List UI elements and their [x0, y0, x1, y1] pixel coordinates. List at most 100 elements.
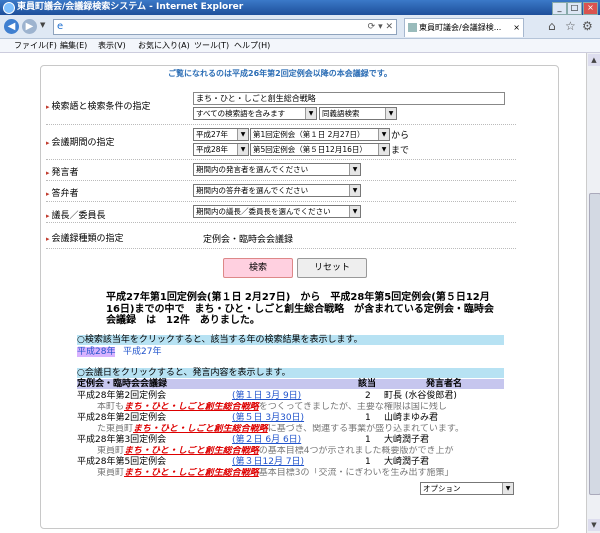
address-bar[interactable]: e ⟳ ▾ ✕ [53, 19, 397, 35]
label-answerer: ▸ 答弁者 [46, 189, 79, 199]
scroll-down-icon[interactable]: ▼ [588, 519, 600, 531]
home-icon[interactable]: ⌂ [548, 19, 556, 33]
scroll-thumb[interactable] [589, 193, 600, 495]
tools-gear-icon[interactable]: ⚙ [582, 19, 593, 33]
row-speaker: 山崎まゆみ君 [384, 413, 439, 423]
bullet-icon: ▸ [46, 139, 50, 147]
col-speaker: 発言者名 [426, 379, 463, 389]
bullet-icon: ▸ [46, 103, 50, 111]
speaker-select[interactable]: 期間内の発言者を選んでください ▼ [193, 163, 361, 176]
row-date-link[interactable]: (第２日 6月 6日) [232, 435, 301, 445]
row-snippet: 本町もまち・ひと・しごと創生総合戦略をつくってきましたが、主要な権限は国に残し [88, 402, 447, 412]
result-summary: 平成27年第1回定例会(第１日 2月27日) から 平成28年第5回定例会(第５… [106, 292, 494, 326]
row-date-link[interactable]: (第１日 3月 9日) [232, 391, 301, 401]
favorites-star-icon[interactable]: ☆ [565, 19, 576, 33]
row-session: 平成28年第5回定例会 [77, 457, 167, 467]
row-divider [46, 180, 516, 181]
keyword-highlight: まち・ひと・しごと創生総合戦略 [124, 446, 259, 456]
forward-button[interactable]: ▶ [22, 19, 37, 34]
record-type-value: 定例会・臨時会会議録 [203, 235, 294, 245]
year-link-h28[interactable]: 平成28年 [77, 347, 116, 357]
vertical-scrollbar[interactable]: ▲ ▼ [586, 53, 600, 533]
history-dropdown-icon[interactable]: ▼ [40, 21, 45, 29]
menu-favorites[interactable]: お気に入り(A) [138, 39, 190, 52]
option-select[interactable]: オプション ▼ [420, 482, 514, 495]
menu-edit[interactable]: 編集(E) [60, 39, 87, 52]
from-year-select[interactable]: 平成27年 ▼ [193, 128, 249, 141]
keyword-input[interactable]: まち・ひと・しごと創生総合戦略 [193, 92, 505, 105]
window-titlebar: 東員町議会/会議録検索システム - Internet Explorer _ □ … [0, 0, 600, 15]
menu-view[interactable]: 表示(V) [98, 39, 126, 52]
ie-page-icon: e [57, 21, 64, 32]
row-session: 平成28年第2回定例会 [77, 413, 167, 423]
row-date-link[interactable]: (第５日 3月30日) [232, 413, 304, 423]
row-divider [46, 124, 516, 125]
tab-favicon-icon [408, 23, 417, 32]
close-tab-button[interactable]: × [513, 19, 520, 37]
keyword-highlight: まち・ひと・しごと創生総合戦略 [124, 402, 259, 412]
label-chair: ▸ 議長／委員長 [46, 211, 106, 221]
bullet-icon: ▸ [46, 235, 50, 243]
row-count: 2 [365, 391, 371, 401]
row-count: 1 [365, 435, 371, 445]
chevron-down-icon: ▼ [237, 144, 248, 155]
chevron-down-icon: ▼ [305, 108, 316, 119]
chevron-down-icon: ▼ [502, 483, 513, 494]
chevron-down-icon: ▼ [378, 129, 389, 140]
scroll-up-icon[interactable]: ▲ [588, 54, 600, 66]
row-speaker: 町長 (水谷俊郎君) [384, 391, 457, 401]
maximize-button[interactable]: □ [567, 2, 582, 15]
tab-label: 東員町議会/会議録検... [419, 23, 502, 32]
row-session: 平成28年第3回定例会 [77, 435, 167, 445]
label-period: ▸ 会議期間の指定 [46, 138, 115, 148]
window-title: 東員町議会/会議録検索システム - Internet Explorer [17, 2, 244, 12]
label-record-type: ▸ 会議録種類の指定 [46, 234, 124, 244]
row-count: 1 [365, 413, 371, 423]
to-session-select[interactable]: 第5回定例会（第５日12月16日） ▼ [250, 143, 390, 156]
chevron-down-icon: ▼ [349, 206, 360, 217]
row-speaker: 大崎潤子君 [384, 457, 430, 467]
row-divider [46, 201, 516, 202]
chevron-down-icon: ▼ [378, 144, 389, 155]
back-button[interactable]: ◀ [4, 19, 19, 34]
close-window-button[interactable]: × [583, 2, 598, 15]
keyword-highlight: まち・ひと・しごと創生総合戦略 [124, 468, 259, 478]
search-button[interactable]: 検索 [223, 258, 293, 278]
bullet-icon: ▸ [46, 169, 50, 177]
year-link-h27[interactable]: 平成27年 [123, 347, 161, 357]
menu-help[interactable]: ヘルプ(H) [234, 39, 270, 52]
row-speaker: 大崎潤子君 [384, 435, 430, 445]
bullet-icon: ▸ [46, 190, 50, 198]
chevron-down-icon: ▼ [349, 164, 360, 175]
ie-app-icon [3, 2, 15, 14]
condition-select[interactable]: すべての検索語を含みます ▼ [193, 107, 317, 120]
refresh-icon[interactable]: ⟳ ▾ ✕ [368, 21, 393, 33]
chair-select[interactable]: 期間内の議長／委員長を選んでください ▼ [193, 205, 361, 218]
row-divider [46, 159, 516, 160]
row-snippet: 東員町まち・ひと・しごと創生総合戦略の基本目標4つが示されました概要版ができ上が [88, 446, 454, 456]
menu-tools[interactable]: ツール(T) [194, 39, 229, 52]
row-date-link[interactable]: (第３日12月 7日) [232, 457, 304, 467]
minimize-button[interactable]: _ [552, 2, 567, 15]
label-speaker: ▸ 発言者 [46, 168, 79, 178]
synonym-select[interactable]: 同義語検索 ▼ [319, 107, 397, 120]
reset-button[interactable]: リセット [297, 258, 367, 278]
answerer-select[interactable]: 期間内の答弁者を選んでください ▼ [193, 184, 361, 197]
row-count: 1 [365, 457, 371, 467]
to-year-select[interactable]: 平成28年 ▼ [193, 143, 249, 156]
row-session: 平成28年第2回定例会 [77, 391, 167, 401]
row-divider [46, 248, 516, 249]
browser-tab[interactable]: 東員町議会/会議録検... × [404, 18, 524, 37]
label-search-condition: ▸ 検索語と検索条件の指定 [46, 102, 151, 112]
row-divider [46, 222, 516, 223]
col-count: 該当 [358, 379, 377, 389]
row-snippet: 東員町まち・ひと・しごと創生総合戦略基本目標3の「交流・にぎわいを生み出す施策」 [88, 468, 454, 478]
chevron-down-icon: ▼ [237, 129, 248, 140]
year-header: ○検索該当年をクリックすると、該当する年の検索結果を表示します。 [77, 335, 504, 345]
menu-file[interactable]: ファイル(F) [14, 39, 57, 52]
from-session-select[interactable]: 第1回定例会（第１日 2月27日） ▼ [250, 128, 390, 141]
chevron-down-icon: ▼ [349, 185, 360, 196]
results-table-header: 定例会・臨時会会議録 該当 発言者名 [77, 379, 504, 389]
menu-bar: ファイル(F) 編集(E) 表示(V) お気に入り(A) ツール(T) ヘルプ(… [0, 39, 600, 53]
row-snippet: た東員町まち・ひと・しごと創生総合戦略に基づき、関連する事業が盛り込まれています… [88, 424, 464, 434]
